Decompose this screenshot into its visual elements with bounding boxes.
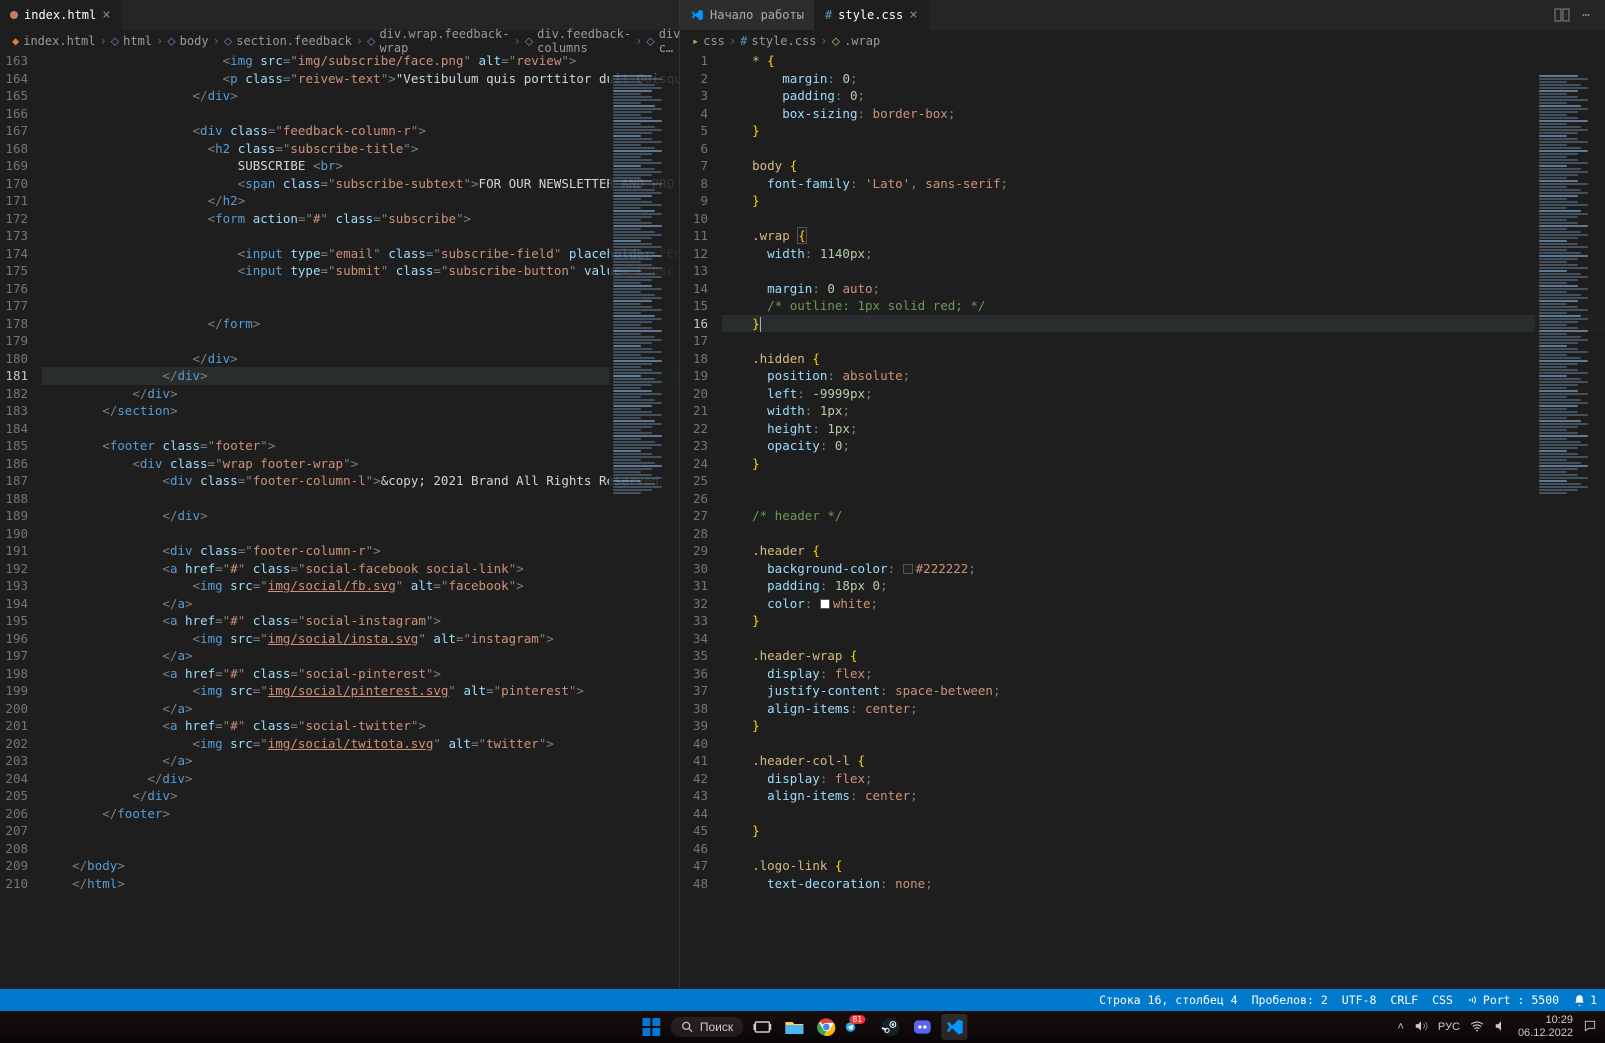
chrome-icon[interactable] bbox=[813, 1014, 839, 1040]
task-view-icon[interactable] bbox=[749, 1014, 775, 1040]
steam-icon[interactable] bbox=[877, 1014, 903, 1040]
indent-status[interactable]: Пробелов: 2 bbox=[1252, 993, 1328, 1007]
close-icon[interactable]: × bbox=[909, 7, 917, 23]
cursor-position[interactable]: Строка 16, столбец 4 bbox=[1099, 993, 1237, 1007]
badge: 81 bbox=[849, 1015, 865, 1024]
notifications-icon[interactable]: 1 bbox=[1573, 993, 1597, 1007]
tab-index-html[interactable]: index.html × bbox=[0, 0, 122, 30]
encoding-status[interactable]: UTF-8 bbox=[1342, 993, 1377, 1007]
tab-style-css[interactable]: # style.css × bbox=[815, 0, 929, 30]
breadcrumb-item[interactable]: #style.css bbox=[740, 34, 816, 48]
split-editor-icon[interactable]: ⋯ bbox=[1539, 0, 1605, 30]
clock[interactable]: 10:29 06.12.2022 bbox=[1518, 1014, 1573, 1039]
status-bar: Строка 16, столбец 4 Пробелов: 2 UTF-8 C… bbox=[0, 989, 1605, 1011]
breadcrumb-item[interactable]: ⬦div.feedback-columns bbox=[525, 27, 631, 55]
notif-count: 1 bbox=[1590, 993, 1597, 1007]
tray-chevron-icon[interactable]: ˄ bbox=[1397, 1021, 1403, 1033]
line-numbers: 1631641651661671681691701711721731741751… bbox=[0, 52, 42, 989]
breadcrumb-item[interactable]: ⬦.wrap bbox=[832, 34, 881, 49]
tab-label: Начало работы bbox=[710, 8, 804, 22]
tray-notification-icon[interactable] bbox=[1583, 1019, 1597, 1036]
breadcrumb-item[interactable]: ▸css bbox=[692, 34, 725, 48]
live-server-status[interactable]: Port : 5500 bbox=[1467, 993, 1559, 1007]
minimap-left[interactable] bbox=[609, 74, 679, 989]
breadcrumb-right[interactable]: ▸css›#style.css›⬦.wrap bbox=[680, 30, 1605, 52]
tray-volume-icon[interactable] bbox=[1414, 1019, 1428, 1036]
tab-label: style.css bbox=[838, 8, 903, 22]
code-content[interactable]: * { margin: 0; padding: 0; box-sizing: b… bbox=[722, 52, 1605, 989]
close-icon[interactable]: × bbox=[102, 7, 110, 23]
editor-right[interactable]: 1234567891011121314151617181920212223242… bbox=[680, 52, 1605, 989]
start-menu-icon[interactable] bbox=[638, 1014, 664, 1040]
discord-icon[interactable] bbox=[909, 1014, 935, 1040]
vscode-icon bbox=[690, 8, 704, 22]
taskbar: Поиск 81 ˄ РУС 10:29 06.12.2022 bbox=[0, 1011, 1605, 1043]
taskbar-search[interactable]: Поиск bbox=[670, 1017, 743, 1037]
code-content[interactable]: <img src="img/subscribe/face.png" alt="r… bbox=[42, 52, 679, 989]
tray-network-icon[interactable] bbox=[1470, 1019, 1484, 1036]
telegram-icon[interactable]: 81 bbox=[845, 1014, 871, 1040]
date-label: 06.12.2022 bbox=[1518, 1027, 1573, 1040]
breadcrumb-left[interactable]: ◆index.html›⬦html›⬦body›⬦section.feedbac… bbox=[0, 30, 679, 52]
breadcrumb-item[interactable]: ⬦html bbox=[111, 34, 152, 49]
tray-sound-icon[interactable] bbox=[1494, 1019, 1508, 1036]
minimap-right[interactable] bbox=[1535, 74, 1605, 989]
css-icon: # bbox=[825, 8, 832, 22]
time-label: 10:29 bbox=[1518, 1014, 1573, 1027]
breadcrumb-item[interactable]: ⬦section.feedback bbox=[224, 34, 352, 49]
tabs-left: index.html × bbox=[0, 0, 679, 30]
language-status[interactable]: CSS bbox=[1432, 993, 1453, 1007]
breadcrumb-item[interactable]: ⬦body bbox=[167, 34, 208, 49]
tab-welcome[interactable]: Начало работы bbox=[680, 0, 815, 30]
eol-status[interactable]: CRLF bbox=[1390, 993, 1418, 1007]
tab-label: index.html bbox=[24, 8, 96, 22]
editor-left[interactable]: 1631641651661671681691701711721731741751… bbox=[0, 52, 679, 989]
search-icon bbox=[680, 1020, 694, 1034]
search-label: Поиск bbox=[700, 1020, 733, 1034]
breadcrumb-item[interactable]: ◆index.html bbox=[12, 34, 95, 48]
file-explorer-icon[interactable] bbox=[781, 1014, 807, 1040]
tabs-right: Начало работы # style.css × ⋯ bbox=[680, 0, 1605, 30]
language-indicator[interactable]: РУС bbox=[1438, 1021, 1460, 1033]
line-numbers: 1234567891011121314151617181920212223242… bbox=[680, 52, 722, 989]
vscode-taskbar-icon[interactable] bbox=[941, 1014, 967, 1040]
port-label: Port : 5500 bbox=[1483, 993, 1559, 1007]
modified-indicator-icon bbox=[10, 11, 18, 19]
breadcrumb-item[interactable]: ⬦div.wrap.feedback-wrap bbox=[367, 27, 509, 55]
